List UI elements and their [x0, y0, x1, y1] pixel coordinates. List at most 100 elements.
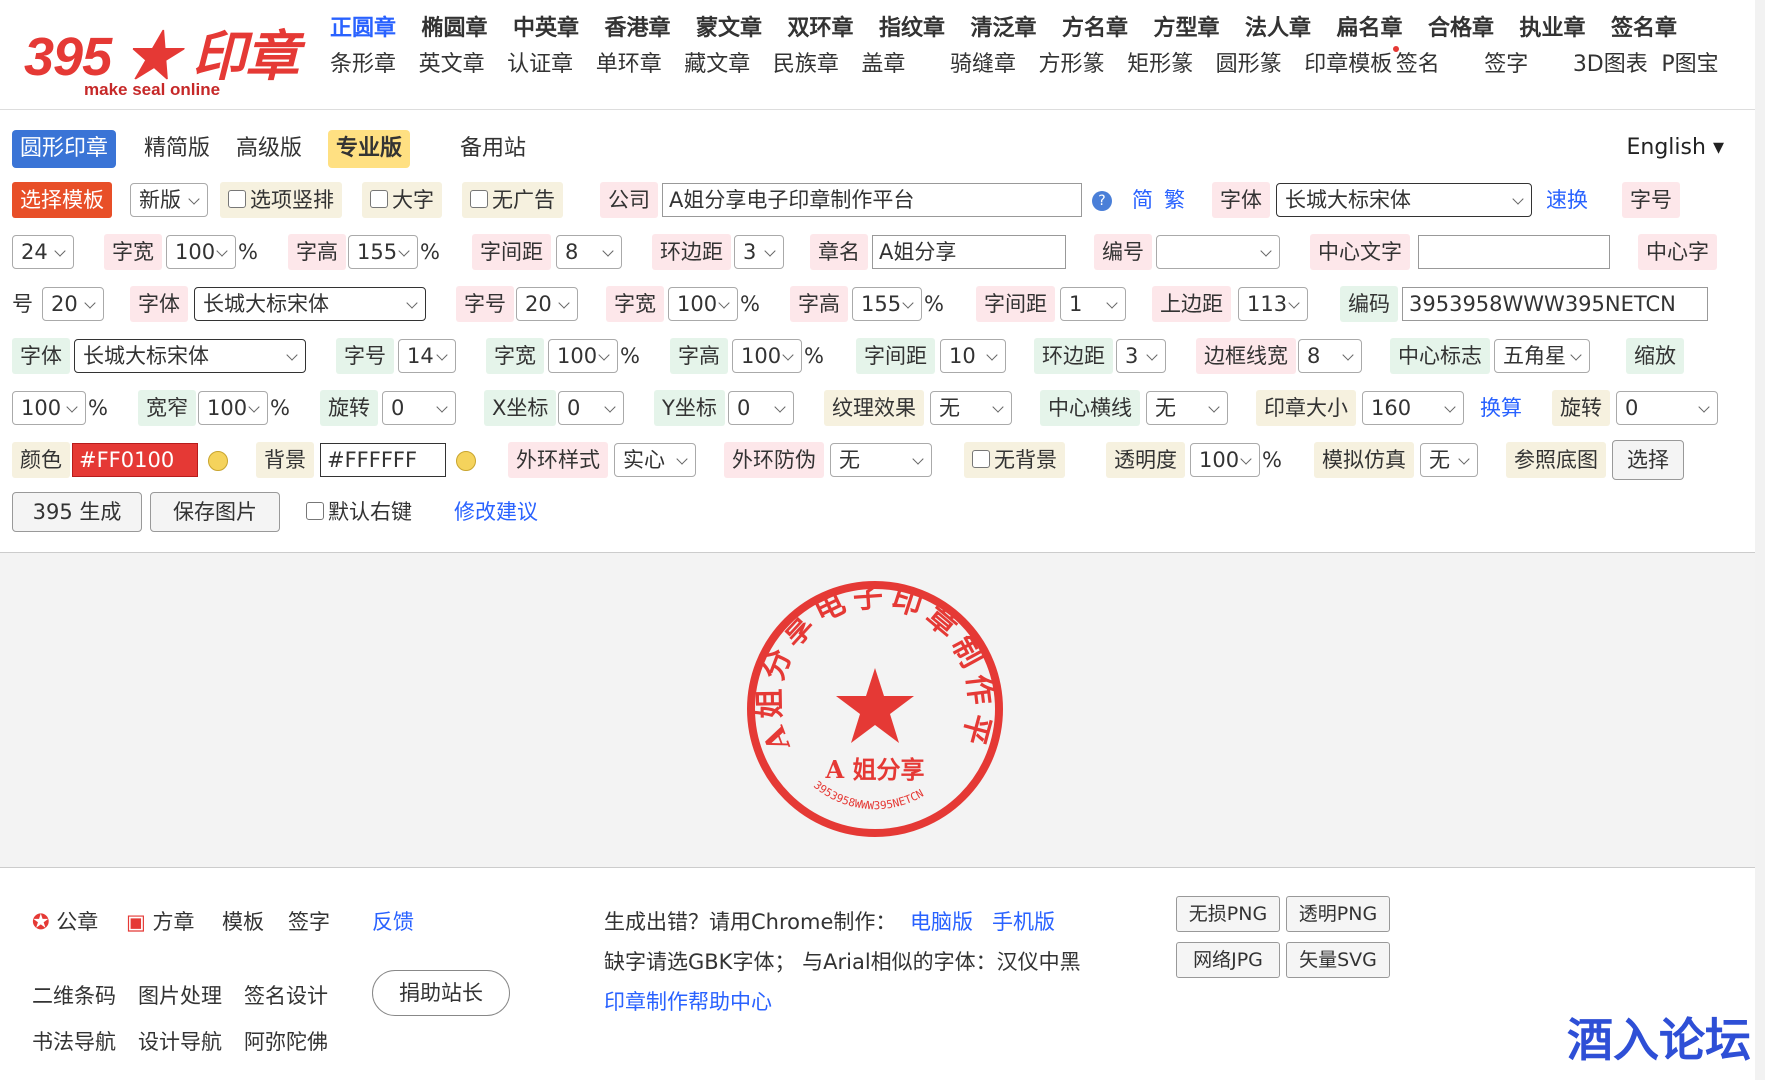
simulation-select[interactable]: 无	[1420, 443, 1478, 477]
texture-select[interactable]: 无	[930, 391, 1012, 425]
nav-link[interactable]: 执业章	[1520, 10, 1612, 42]
help-icon[interactable]: ?	[1092, 182, 1112, 218]
rotate2-select[interactable]: 0	[1616, 391, 1718, 425]
opacity-select[interactable]: 100	[1190, 443, 1260, 477]
footer-template-link[interactable]: 模板	[222, 906, 264, 936]
web-jpg-button[interactable]: 网络JPG	[1176, 942, 1280, 978]
nav-link[interactable]: 民族章	[773, 46, 862, 78]
footer-calligraphy-link[interactable]: 书法导航	[32, 1026, 116, 1056]
rotate-select[interactable]: 0	[382, 391, 456, 425]
center-logo-select[interactable]: 五角星	[1494, 339, 1590, 373]
nav-link[interactable]: 签字	[1484, 46, 1573, 78]
footer-square-seal-link[interactable]: ▣ 方章	[126, 906, 195, 936]
size-select[interactable]: 14	[398, 339, 456, 373]
nav-link[interactable]: 骑缝章	[950, 46, 1039, 78]
y-coord-select[interactable]: 0	[728, 391, 794, 425]
version-select[interactable]: 新版	[130, 183, 208, 217]
char-spacing-select[interactable]: 10	[940, 339, 1006, 373]
quick-switch-link[interactable]: 速换	[1546, 182, 1588, 218]
nav-link[interactable]: 方形篆	[1039, 46, 1128, 78]
outer-ring-select[interactable]: 实心	[614, 443, 696, 477]
footer-qr-link[interactable]: 二维条码	[32, 980, 116, 1010]
seal-size-select[interactable]: 160	[1362, 391, 1464, 425]
nav-link[interactable]: 指纹章	[879, 10, 971, 42]
pc-version-link[interactable]: 电脑版	[910, 906, 973, 936]
nav-link[interactable]: 单环章	[596, 46, 685, 78]
transparent-png-button[interactable]: 透明PNG	[1286, 896, 1390, 932]
choose-reference-button[interactable]: 选择	[1612, 440, 1684, 480]
border-width-select[interactable]: 8	[1298, 339, 1362, 373]
suggestion-link[interactable]: 修改建议	[454, 494, 538, 530]
default-right-click-checkbox[interactable]: 默认右键	[306, 494, 412, 530]
nav-link[interactable]: 扁名章	[1337, 10, 1429, 42]
nav-link[interactable]: 印章模板	[1304, 46, 1400, 78]
tab-advanced[interactable]: 高级版	[228, 130, 310, 168]
footer-feedback-link[interactable]: 反馈	[372, 906, 414, 936]
site-logo[interactable]: 395 ★ 印章 make seal online	[18, 8, 308, 103]
footer-sign-link[interactable]: 签字	[288, 906, 330, 936]
center-text-input[interactable]	[1418, 235, 1610, 269]
ring-anti-fake-select[interactable]: 无	[830, 443, 932, 477]
nav-link[interactable]: 双环章	[788, 10, 880, 42]
convert-link[interactable]: 换算	[1480, 390, 1522, 426]
choose-template-button[interactable]: 选择模板	[12, 182, 112, 218]
company-input[interactable]: A姐分享电子印章制作平台	[662, 183, 1082, 217]
seal-name-input[interactable]: A姐分享	[872, 235, 1066, 269]
nav-link[interactable]: 方名章	[1062, 10, 1154, 42]
center-hline-select[interactable]: 无	[1146, 391, 1228, 425]
char-spacing-select[interactable]: 1	[1060, 287, 1126, 321]
number-select[interactable]	[1156, 235, 1280, 269]
char-height-select[interactable]: 155	[852, 287, 922, 321]
footer-signature-design-link[interactable]: 签名设计	[244, 980, 328, 1010]
simplified-link[interactable]: 简	[1132, 182, 1153, 218]
x-coord-select[interactable]: 0	[558, 391, 624, 425]
color-input[interactable]: #FF0100	[72, 443, 198, 477]
language-select[interactable]: English ▾	[1627, 135, 1725, 160]
donate-button[interactable]: 捐助站长	[372, 970, 510, 1016]
nav-link[interactable]: 合格章	[1428, 10, 1520, 42]
char-width-select[interactable]: 100	[668, 287, 738, 321]
tab-pro[interactable]: 专业版	[328, 130, 411, 168]
nav-link[interactable]: 清泛章	[971, 10, 1063, 42]
size-select[interactable]: 24	[12, 235, 74, 269]
code-input[interactable]: 3953958WWW395NETCN	[1402, 287, 1708, 321]
vertical-options-checkbox[interactable]: 选项竖排	[220, 182, 342, 218]
nav-link[interactable]: 签名章	[1611, 10, 1703, 42]
nav-link[interactable]: 认证章	[507, 46, 596, 78]
char-width-select[interactable]: 100	[166, 235, 236, 269]
nav-link[interactable]: 英文章	[419, 46, 508, 78]
zoom-select[interactable]: 100	[12, 391, 86, 425]
vector-svg-button[interactable]: 矢量SVG	[1286, 942, 1390, 978]
ring-margin-select[interactable]: 3	[1116, 339, 1166, 373]
page-scrollbar[interactable]	[1755, 0, 1765, 1080]
top-margin-select[interactable]: 113	[1238, 287, 1308, 321]
char-height-select[interactable]: 100	[732, 339, 802, 373]
no-ad-checkbox[interactable]: 无广告	[462, 182, 563, 218]
no-background-checkbox[interactable]: 无背景	[964, 442, 1065, 478]
font-select[interactable]: 长城大标宋体	[1276, 183, 1532, 217]
footer-amituofo-link[interactable]: 阿弥陀佛	[244, 1026, 328, 1056]
nav-link[interactable]: 中英章	[513, 10, 605, 42]
nav-link[interactable]: 蒙文章	[696, 10, 788, 42]
footer-image-link[interactable]: 图片处理	[138, 980, 222, 1010]
nav-link[interactable]: 盖章	[861, 46, 950, 78]
traditional-link[interactable]: 繁	[1164, 182, 1185, 218]
nav-link[interactable]: 矩形篆	[1127, 46, 1216, 78]
footer-design-link[interactable]: 设计导航	[138, 1026, 222, 1056]
bg-picker-icon[interactable]	[456, 442, 476, 478]
char-height-select[interactable]: 155	[348, 235, 418, 269]
tab-round-seal[interactable]: 圆形印章	[12, 130, 117, 168]
center-size-select[interactable]: 20	[42, 287, 104, 321]
font-select[interactable]: 长城大标宋体	[74, 339, 306, 373]
ring-margin-select[interactable]: 3	[734, 235, 784, 269]
nav-link[interactable]: 法人章	[1245, 10, 1337, 42]
nav-link[interactable]: 椭圆章	[422, 10, 514, 42]
font-select[interactable]: 长城大标宋体	[194, 287, 426, 321]
background-input[interactable]: #FFFFFF	[320, 443, 446, 477]
big-text-checkbox[interactable]: 大字	[362, 182, 442, 218]
tab-simple[interactable]: 精简版	[136, 130, 218, 168]
color-picker-icon[interactable]	[208, 442, 228, 478]
save-image-button[interactable]: 保存图片	[150, 492, 280, 532]
nav-link[interactable]: 签名	[1396, 46, 1485, 78]
nav-link[interactable]: 正圆章	[330, 10, 422, 42]
